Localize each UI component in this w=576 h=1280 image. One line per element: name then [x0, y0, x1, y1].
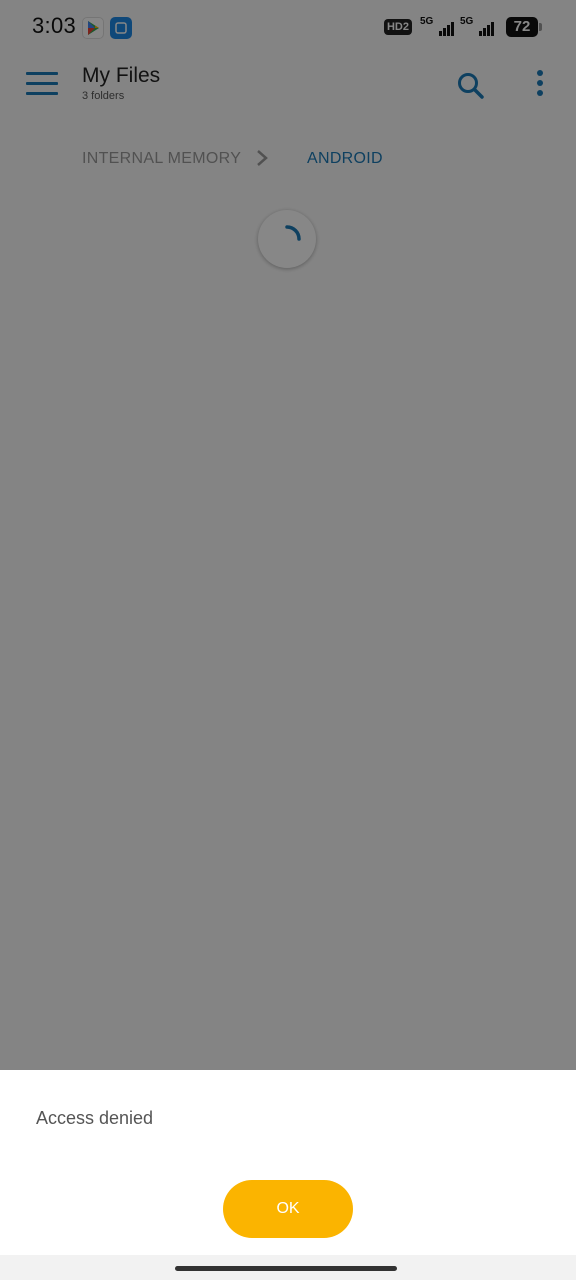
ok-button[interactable]: OK — [223, 1180, 353, 1238]
access-denied-dialog: Access denied OK — [0, 1070, 576, 1280]
dialog-scrim[interactable] — [0, 0, 576, 1070]
dialog-message: Access denied — [36, 1108, 154, 1128]
gesture-handle[interactable] — [175, 1266, 397, 1271]
navigation-bar — [0, 1255, 576, 1280]
